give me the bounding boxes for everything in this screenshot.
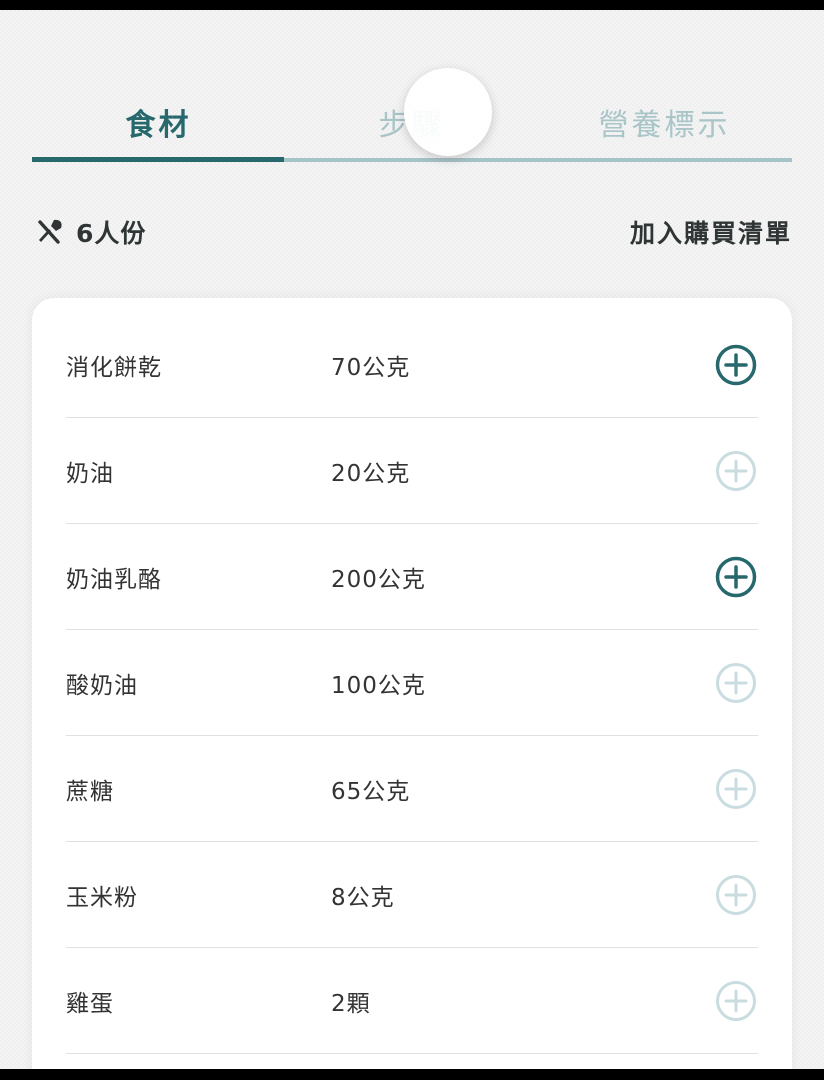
ingredient-qty: 8公克 [331, 885, 395, 911]
ingredient-qty: 20公克 [331, 461, 411, 487]
touch-ripple [404, 68, 492, 156]
ingredient-qty: 100公克 [331, 673, 426, 699]
info-row: 6人份 加入購買清單 [34, 210, 792, 254]
add-circle-icon[interactable] [714, 979, 758, 1023]
ingredient-qty: 65公克 [331, 779, 411, 805]
ingredient-row: 蔗糖 65公克 [66, 736, 758, 842]
row-divider [66, 1053, 758, 1054]
servings: 6人份 [34, 214, 146, 250]
ingredient-qty: 2顆 [331, 991, 371, 1017]
ingredient-name: 玉米粉 [66, 885, 138, 911]
ingredient-row: 奶油乳酪 200公克 [66, 524, 758, 630]
add-to-shopping-list-button[interactable]: 加入購買清單 [630, 214, 792, 250]
ingredient-name: 奶油 [66, 461, 114, 487]
add-circle-icon[interactable] [714, 555, 758, 599]
add-circle-icon[interactable] [714, 343, 758, 387]
ingredient-name: 酸奶油 [66, 673, 138, 699]
servings-label: 6人份 [76, 219, 147, 248]
add-circle-icon[interactable] [714, 449, 758, 493]
ingredient-row: 酸奶油 100公克 [66, 630, 758, 736]
ingredient-name: 雞蛋 [66, 991, 114, 1017]
utensils-icon [38, 219, 62, 244]
ingredient-name: 消化餅乾 [66, 355, 162, 381]
tab-nutrition[interactable]: 營養標示 [538, 82, 791, 162]
add-circle-icon[interactable] [714, 767, 758, 811]
add-circle-icon[interactable] [714, 661, 758, 705]
ingredient-row: 消化餅乾 70公克 [66, 312, 758, 418]
ingredient-name: 蔗糖 [66, 779, 114, 805]
app-screen: 食材 步驟 營養標示 6人份 加入購買清單 消化餅乾 70公克 [0, 10, 824, 1069]
ingredient-row: 奶油 20公克 [66, 418, 758, 524]
add-circle-icon[interactable] [714, 873, 758, 917]
ingredient-row: 雞蛋 2顆 [66, 948, 758, 1054]
tab-ingredients[interactable]: 食材 [32, 82, 285, 162]
ingredient-qty: 70公克 [331, 355, 411, 381]
ingredient-qty: 200公克 [331, 567, 426, 593]
ingredient-card: 消化餅乾 70公克 奶油 20公克 奶油乳酪 200公克 酸奶油 100公克 蔗… [32, 298, 792, 1069]
ingredient-name: 奶油乳酪 [66, 567, 162, 593]
tab-active-indicator [32, 157, 284, 162]
ingredient-row: 玉米粉 8公克 [66, 842, 758, 948]
